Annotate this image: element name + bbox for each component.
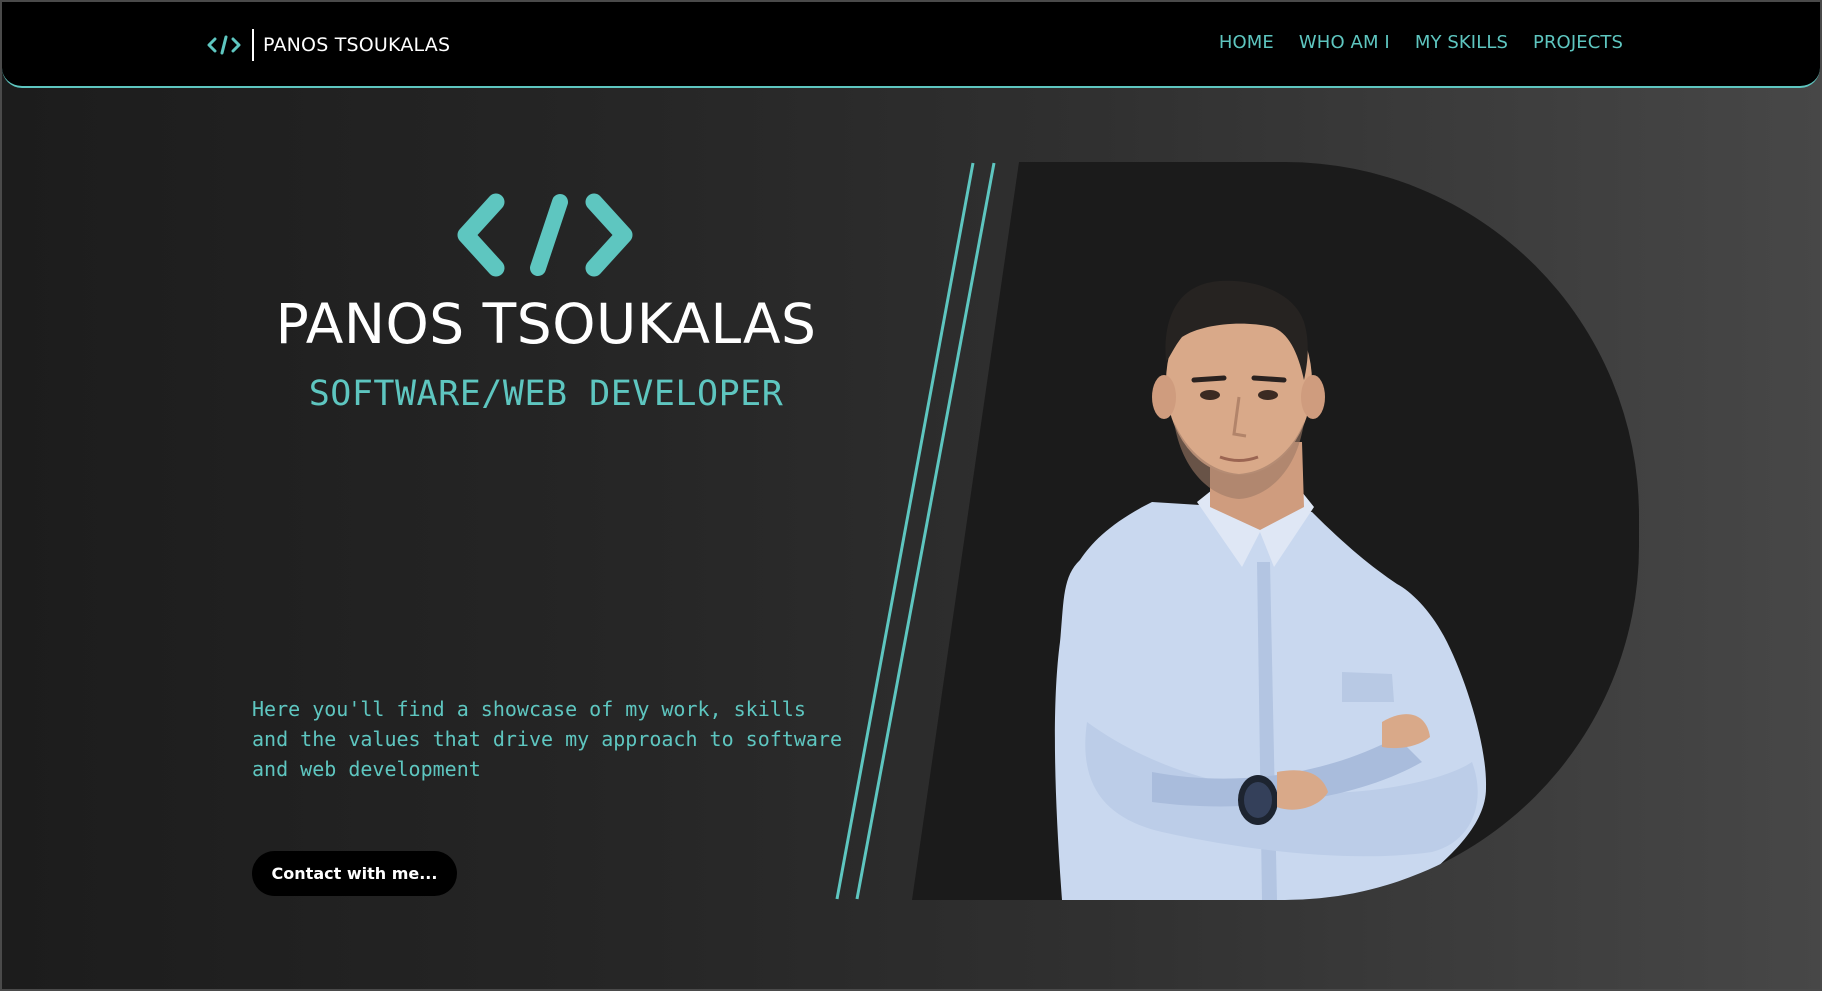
accent-line-2 — [855, 162, 996, 900]
nav-home[interactable]: HOME — [1219, 32, 1274, 53]
header: PANOS TSOUKALAS HOME WHO AM I MY SKILLS … — [2, 2, 1820, 88]
nav-my-skills[interactable]: MY SKILLS — [1415, 32, 1508, 53]
code-icon — [207, 35, 241, 55]
contact-button[interactable]: Contact with me... — [252, 851, 457, 896]
portrait-backdrop — [912, 162, 1639, 900]
accent-line-1 — [835, 162, 975, 900]
nav-projects[interactable]: PROJECTS — [1533, 32, 1623, 53]
brand-divider — [252, 29, 254, 61]
brand-name: PANOS TSOUKALAS — [263, 34, 451, 56]
person-portrait — [1054, 280, 1487, 900]
page: PANOS TSOUKALAS HOME WHO AM I MY SKILLS … — [0, 0, 1822, 991]
main-nav: HOME WHO AM I MY SKILLS PROJECTS — [1219, 32, 1623, 53]
brand[interactable]: PANOS TSOUKALAS — [207, 28, 450, 62]
code-logo-icon — [457, 193, 633, 277]
nav-who-am-i[interactable]: WHO AM I — [1299, 32, 1390, 53]
portrait-panel — [835, 162, 1639, 900]
hero-role: SOFTWARE/WEB DEVELOPER — [308, 374, 784, 414]
hero-name: PANOS TSOUKALAS — [275, 292, 817, 356]
hero-description: Here you'll find a showcase of my work, … — [252, 697, 843, 781]
